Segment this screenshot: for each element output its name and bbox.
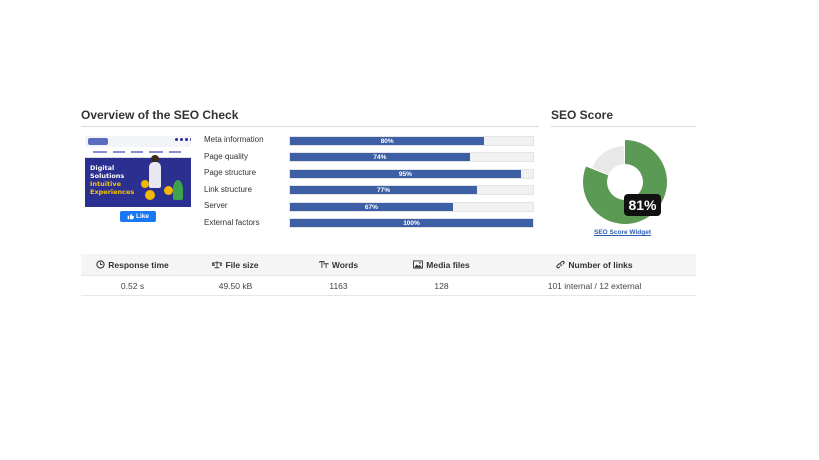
- scale-icon: [212, 261, 223, 269]
- stats-values-row: 0.52 s 49.50 kB 1163 128 101 internal / …: [81, 276, 696, 296]
- metric-bar-page-structure: 95%: [289, 169, 534, 179]
- metric-label-link-structure: Link structure: [204, 185, 253, 194]
- words-value: 1163: [329, 280, 348, 291]
- metric-bar-external-factors: 100%: [289, 218, 534, 228]
- metric-percent: 100%: [403, 219, 420, 227]
- text-size-icon: [319, 261, 329, 268]
- metric-percent: 80%: [380, 137, 394, 145]
- header-number-of-links: Number of links: [493, 254, 696, 275]
- preview-coin: [145, 190, 155, 200]
- metric-label-server: Server: [204, 201, 228, 210]
- metric-label-page-structure: Page structure: [204, 168, 257, 177]
- metric-bar-page-quality: 74%: [289, 152, 534, 162]
- header-media-files: Media files: [390, 254, 493, 275]
- metric-bar-server: 67%: [289, 202, 534, 212]
- metric-label-external-factors: External factors: [204, 218, 260, 227]
- preview-coin: [164, 186, 173, 195]
- metric-percent: 77%: [377, 186, 391, 194]
- facebook-like-button[interactable]: Like: [120, 211, 156, 222]
- thumbs-up-icon: [127, 213, 134, 220]
- preview-hero-text: Digital Solutions Intuitive Experiences: [90, 164, 135, 196]
- header-response-time: Response time: [81, 254, 184, 275]
- clock-icon: [96, 260, 105, 269]
- seo-score-widget-link[interactable]: SEO Score Widget: [594, 229, 651, 236]
- seo-score-title: SEO Score: [551, 108, 696, 127]
- metric-percent: 95%: [398, 170, 412, 178]
- metric-percent: 67%: [364, 203, 378, 211]
- score-value: 81%: [628, 197, 657, 213]
- preview-logo: [88, 138, 108, 145]
- header-file-size: File size: [184, 254, 287, 275]
- preview-nav-dots: [175, 138, 191, 141]
- preview-figure-body: [149, 162, 161, 188]
- preview-coin: [141, 180, 149, 188]
- response-time-value: 0.52 s: [120, 280, 145, 291]
- preview-menu-band: [85, 147, 191, 158]
- media-files-value: 128: [434, 280, 449, 291]
- header-words: Words: [287, 254, 390, 275]
- stats-header-row: Response time File size Words Media file…: [81, 254, 696, 276]
- preview-plant: [173, 180, 183, 200]
- metric-label-page-quality: Page quality: [204, 152, 249, 161]
- metric-percent: 74%: [373, 153, 387, 161]
- like-label: Like: [135, 213, 149, 220]
- link-icon: [556, 260, 565, 269]
- metric-bar-meta-information: 80%: [289, 136, 534, 146]
- metric-label-meta-information: Meta information: [204, 135, 264, 144]
- file-size-value: 49.50 kB: [218, 280, 253, 291]
- metric-bar-link-structure: 77%: [289, 185, 534, 195]
- website-preview-thumbnail[interactable]: Digital Solutions Intuitive Experiences: [85, 136, 191, 207]
- number-of-links-value: 101 internal / 12 external: [547, 280, 642, 291]
- image-icon: [413, 260, 424, 269]
- donut-remainder-segment: [592, 146, 625, 175]
- seo-score-donut: 81%: [583, 140, 667, 224]
- overview-title: Overview of the SEO Check: [81, 108, 539, 127]
